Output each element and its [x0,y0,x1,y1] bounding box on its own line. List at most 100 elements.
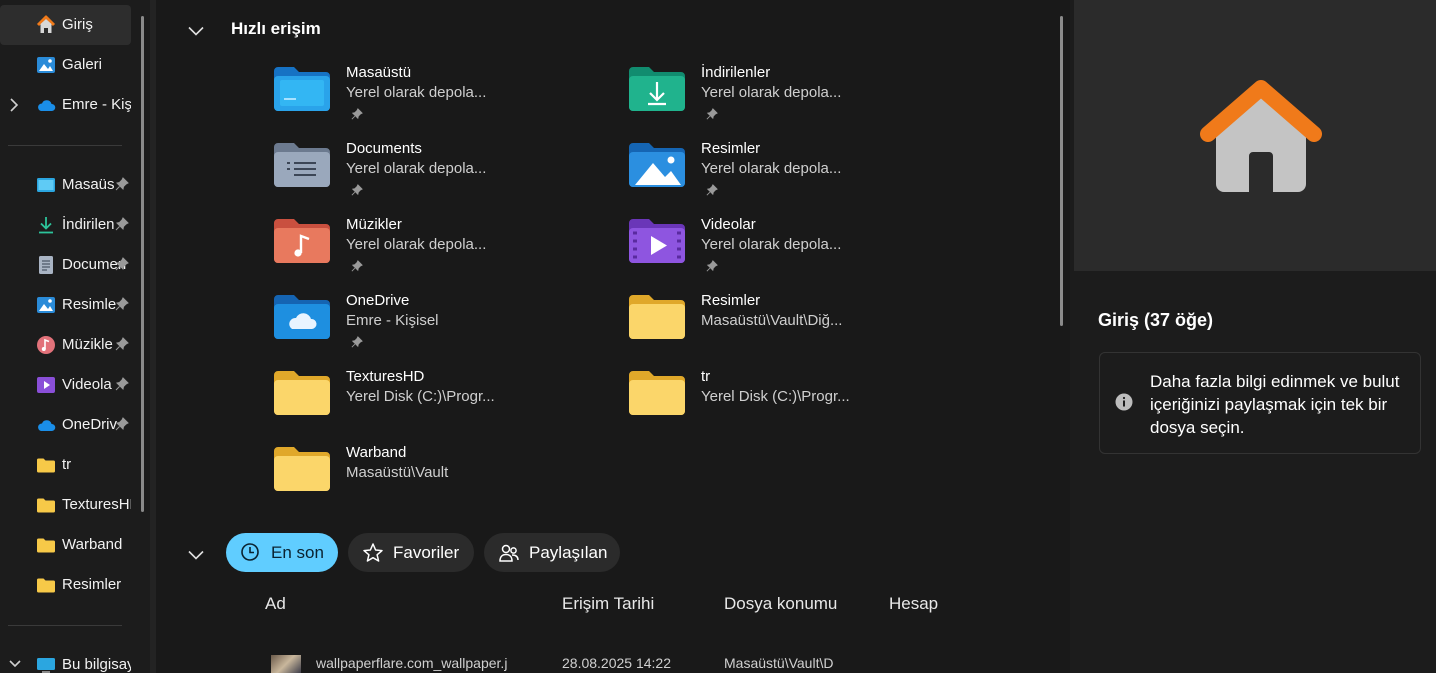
column-header-name[interactable]: Ad [265,594,286,614]
sidebar-item-label: Resimler [62,576,122,593]
quick-access-item[interactable]: Documents Yerel olarak depola... [274,140,614,213]
pictures-icon [36,295,56,315]
pin-icon [706,107,718,120]
computer-icon [36,655,56,673]
section-title-quick-access: Hızlı erişim [231,19,321,38]
item-name: Warband [346,444,407,461]
sidebar-item-desktop[interactable]: Masaüs [0,165,131,205]
sidebar-divider [8,625,122,626]
sidebar-item-label: Galeri [62,56,103,73]
video-icon [36,375,56,395]
item-name: Masaüstü [346,64,412,81]
pin-icon [115,377,129,391]
folder-icon [629,293,685,341]
chevron-right-icon[interactable] [9,98,21,112]
home-icon [36,15,56,35]
gallery-icon [36,55,56,75]
item-location: Yerel olarak depola... [346,236,487,253]
quick-access-item[interactable]: OneDrive Emre - Kişisel [274,292,614,365]
item-location: Yerel olarak depola... [701,84,842,101]
column-header-access-date[interactable]: Erişim Tarihi [562,594,654,614]
sidebar-item-home[interactable]: Giriş [0,5,131,45]
tab-shared[interactable]: Paylaşılan [484,533,620,572]
quick-access-item[interactable]: Masaüstü Yerel olarak depola... [274,64,614,137]
quick-access-item[interactable]: Resimler Yerel olarak depola... [629,140,969,213]
music-folder-icon [274,217,330,265]
home-icon [1200,80,1322,192]
pin-icon [706,259,718,272]
chevron-down-icon[interactable] [9,658,21,672]
sidebar-item-warband[interactable]: Warband [0,525,131,565]
sidebar-item-onedrive[interactable]: OneDriv [0,405,131,445]
tab-recent[interactable]: En son [226,533,338,572]
item-name: İndirilenler [701,64,771,81]
content-scrollbar[interactable] [1060,16,1063,326]
quick-access-item[interactable]: İndirilenler Yerel olarak depola... [629,64,969,137]
pin-icon [115,297,129,311]
sidebar-item-tr[interactable]: tr [0,445,131,485]
item-location: Yerel olarak depola... [701,160,842,177]
quick-access-item[interactable]: Resimler Masaüstü\Vault\Diğ... [629,292,969,365]
sidebar-item-pictures[interactable]: Resimle [0,285,131,325]
quick-access-item[interactable]: TexturesHD Yerel Disk (C:)\Progr... [274,368,614,441]
quick-access-item[interactable]: tr Yerel Disk (C:)\Progr... [629,368,969,441]
pin-icon [115,257,129,271]
sidebar-item-textureshd[interactable]: TexturesHD [0,485,131,525]
quick-access-item[interactable]: Videolar Yerel olarak depola... [629,216,969,289]
sidebar-item-onedrive-personal[interactable]: Emre - Kişi [0,85,131,125]
onedrive-folder-icon [274,293,330,341]
sidebar-item-downloads[interactable]: İndirilen [0,205,131,245]
onedrive-cloud-icon [36,95,56,115]
pin-icon [115,177,129,191]
item-name: Resimler [701,140,761,157]
row-file-name: wallpaperflare.com_wallpaper.j [316,655,508,671]
sidebar-item-music[interactable]: Müzikle [0,325,131,365]
item-location: Yerel olarak depola... [346,160,487,177]
column-header-location[interactable]: Dosya konumu [724,594,837,614]
sidebar-item-gallery[interactable]: Galeri [0,45,131,85]
sidebar-item-resimler-folder[interactable]: Resimler [0,565,131,605]
tab-label: Paylaşılan [529,543,608,562]
collapse-chevron-icon[interactable] [188,23,204,36]
sidebar-scrollbar[interactable] [141,16,144,512]
sidebar-item-label: Bu bilgisay [62,656,131,673]
details-title: Giriş (37 öğe) [1098,310,1214,330]
row-access-date: 28.08.2025 14:22 [562,655,671,671]
sidebar-item-this-pc[interactable]: Bu bilgisay [0,645,131,673]
quick-access-item[interactable]: Warband Masaüstü\Vault [274,444,614,517]
file-thumbnail [271,655,301,673]
pictures-folder-icon [629,141,685,189]
row-location: Masaüstü\Vault\D [724,655,834,671]
sidebar-item-label: Emre - Kişi [62,96,131,113]
pin-icon [115,337,129,351]
sidebar-item-label: OneDriv [62,416,118,433]
downloads-folder-icon [629,65,685,113]
sidebar-item-label: Müzikle [62,336,113,353]
table-row[interactable]: wallpaperflare.com_wallpaper.j 28.08.202… [160,648,1055,673]
column-header-account[interactable]: Hesap [889,594,938,614]
item-name: TexturesHD [346,368,425,385]
tab-label: En son [271,543,324,562]
folder-icon [36,495,56,515]
pin-icon [706,183,718,196]
item-location: Yerel Disk (C:)\Progr... [346,388,495,405]
quick-access-item[interactable]: Müzikler Yerel olarak depola... [274,216,614,289]
pin-icon [351,259,363,272]
sidebar-item-documents[interactable]: Documen [0,245,131,285]
tab-favorites[interactable]: Favoriler [348,533,474,572]
item-name: Müzikler [346,216,402,233]
sidebar-item-videos[interactable]: Videola [0,365,131,405]
collapse-chevron-icon[interactable] [188,547,204,560]
people-icon [499,544,519,562]
info-message: Daha fazla bilgi edinmek ve bulut içeriğ… [1150,372,1400,437]
clock-icon [241,543,259,561]
pin-icon [115,417,129,431]
sidebar-item-label: TexturesHD [62,496,131,513]
desktop-icon [36,175,56,195]
item-location: Masaüstü\Vault [346,464,449,481]
item-name: Resimler [701,292,761,309]
preview-area [1074,0,1436,271]
folder-icon [36,535,56,555]
folder-icon [36,455,56,475]
document-icon [36,255,56,275]
